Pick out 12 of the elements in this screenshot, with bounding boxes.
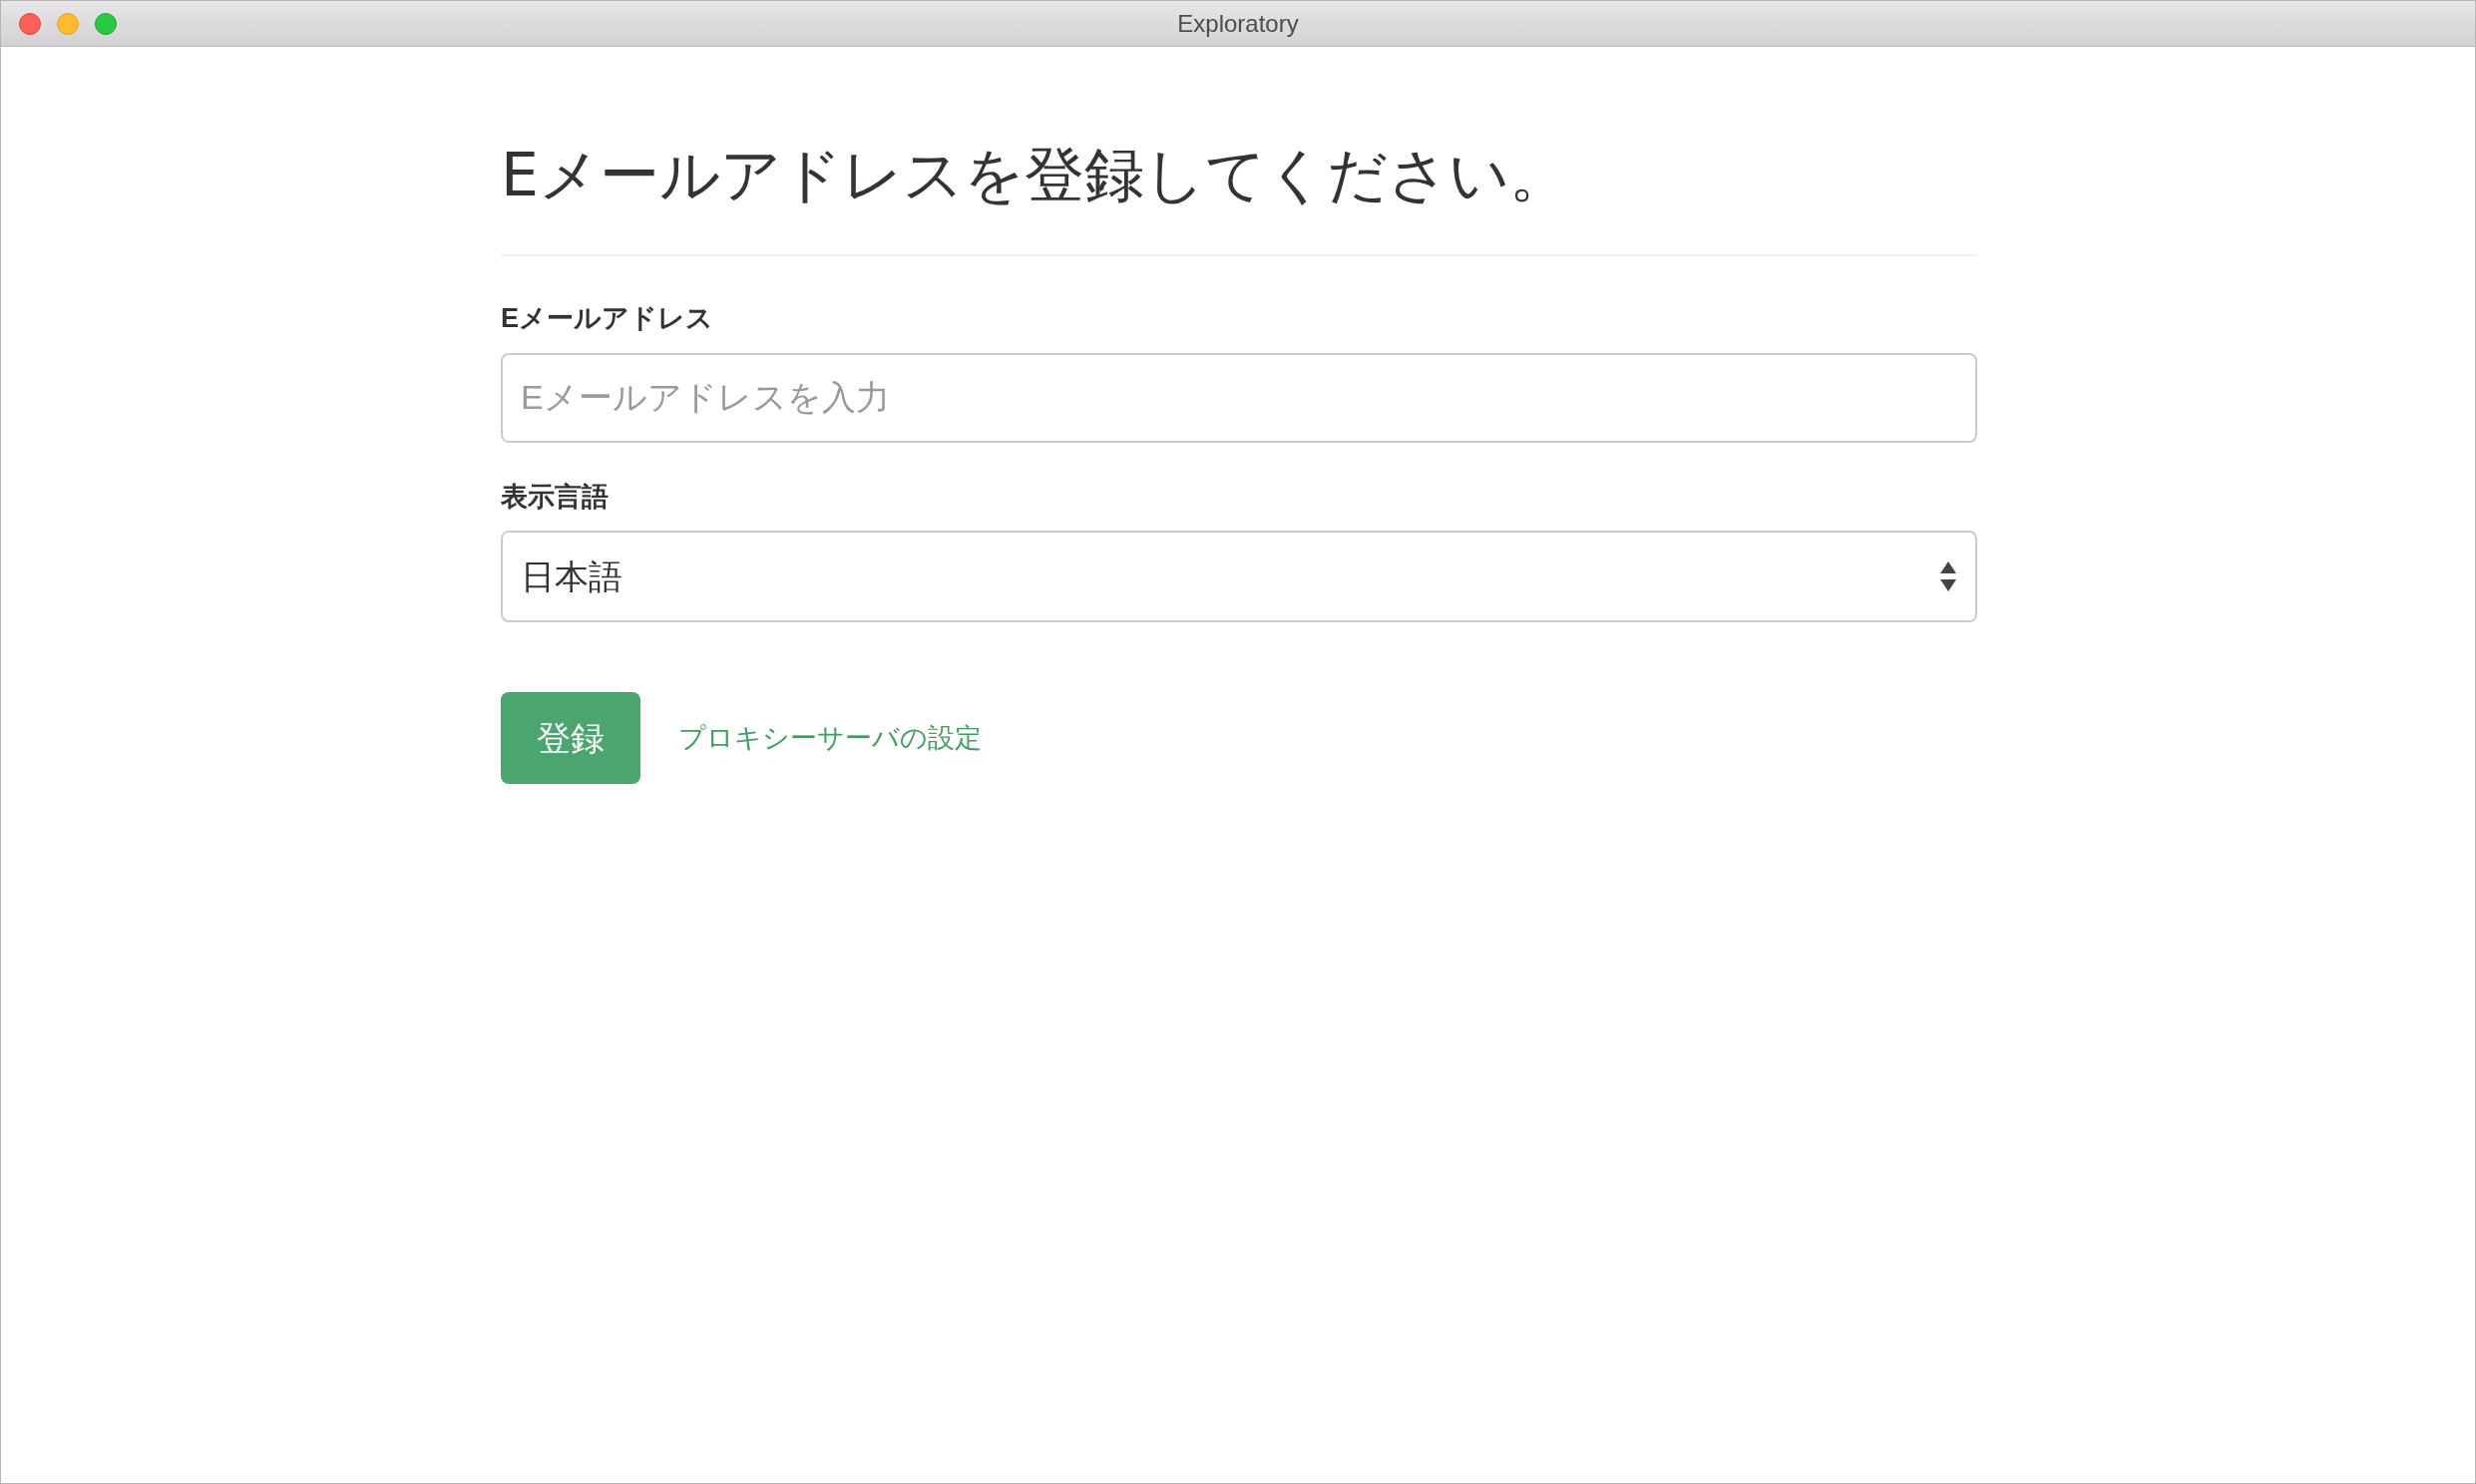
- email-field[interactable]: Eメールアドレスを入力: [501, 352, 1977, 443]
- window-title: Exploratory: [1177, 8, 1299, 39]
- maximize-icon[interactable]: [95, 13, 117, 35]
- up-down-arrows-icon: [1939, 561, 1957, 591]
- field-label: 表示言語: [501, 480, 610, 514]
- page-heading: Eメールアドレスを登録してください。: [501, 139, 1570, 211]
- language-select[interactable]: 日本語: [501, 531, 1977, 622]
- proxy-settings-link[interactable]: プロキシーサーバの設定: [678, 717, 982, 759]
- register-button[interactable]: 登録: [501, 692, 640, 784]
- field-label: Eメールアドレス: [501, 302, 714, 335]
- close-icon[interactable]: [19, 13, 41, 35]
- minimize-icon[interactable]: [57, 13, 79, 35]
